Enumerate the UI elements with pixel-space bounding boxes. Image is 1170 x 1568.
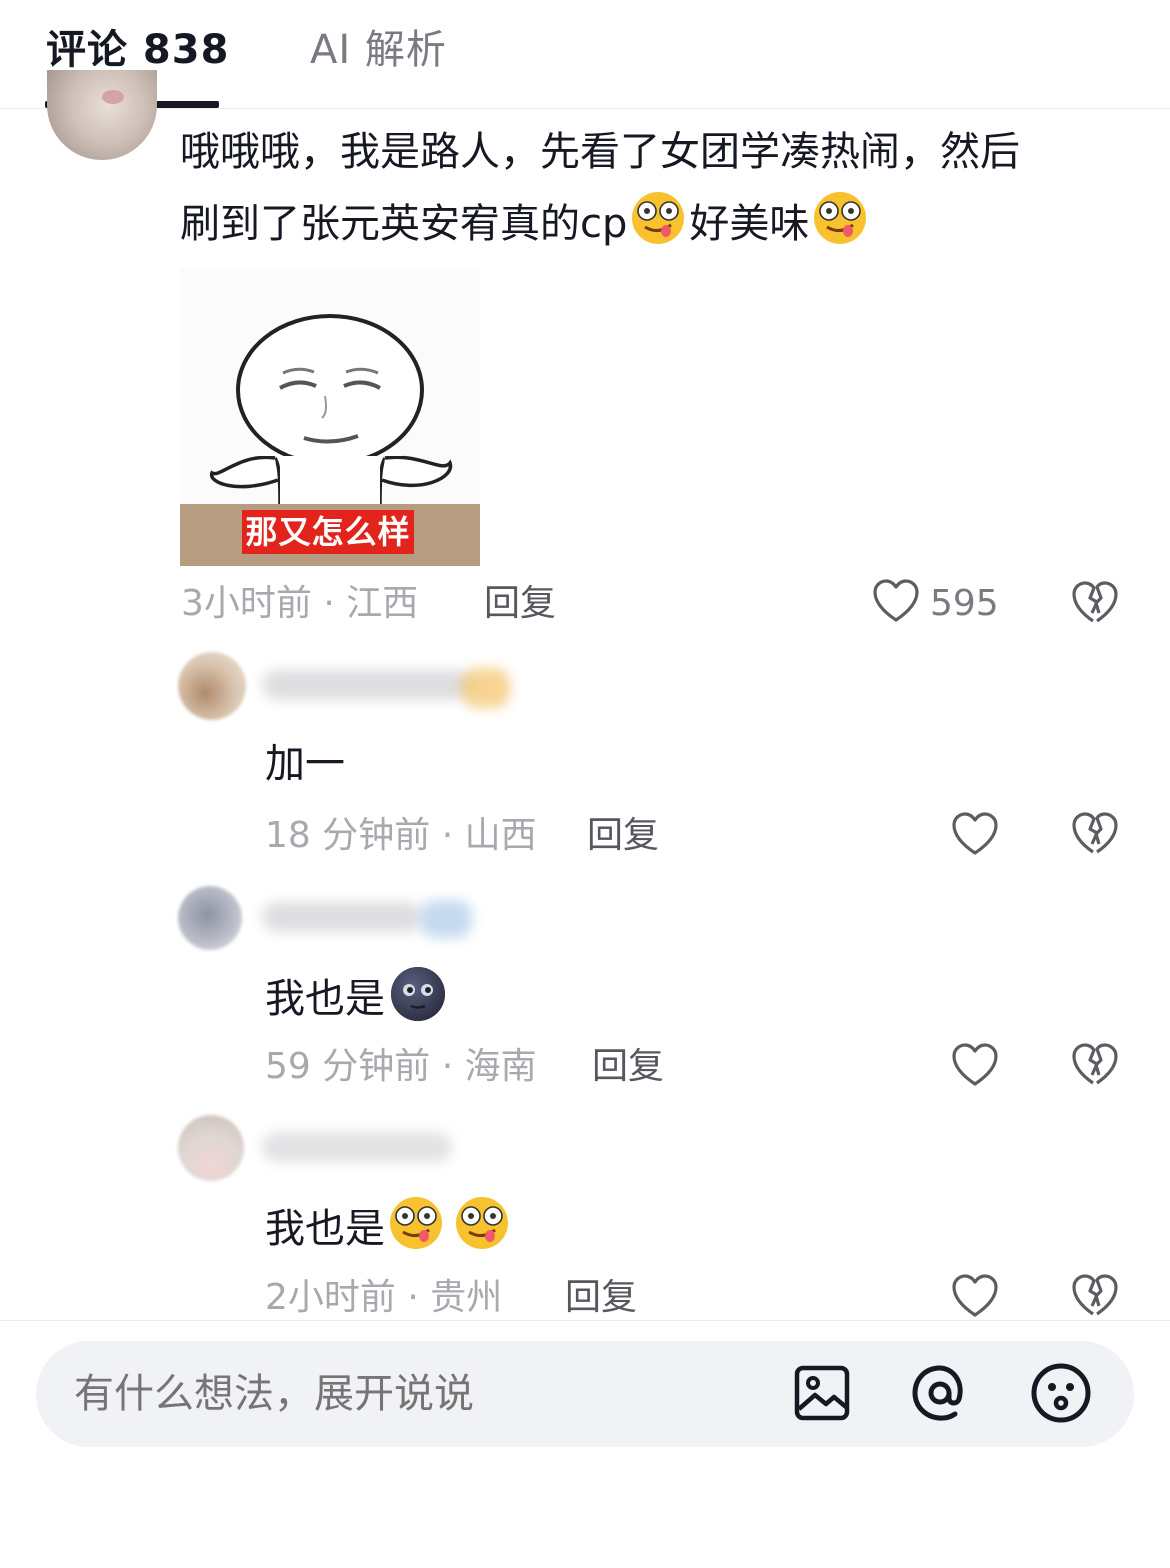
username-blurred — [262, 902, 422, 932]
heart-icon[interactable] — [951, 811, 999, 861]
drooling-emoji-icon — [629, 191, 687, 268]
broken-heart-icon[interactable] — [1072, 1273, 1118, 1323]
heart-icon[interactable] — [872, 578, 920, 628]
heart-icon[interactable] — [951, 1042, 999, 1092]
comment-text-line: 刷到了张元英安宥真的cp — [180, 201, 628, 247]
username-blurred-emoji — [420, 900, 472, 938]
comment-input[interactable] — [74, 1365, 774, 1423]
comment-text-line: 好美味 — [689, 201, 810, 247]
drooling-emoji-icon — [453, 1196, 511, 1265]
reply-time-location: 59 分钟前 · 海南 — [265, 1046, 537, 1087]
at-icon[interactable] — [910, 1363, 970, 1427]
comment-text-line: 哦哦哦，我是路人，先看了女团学凑热闹，然后 — [180, 129, 1020, 175]
heart-icon[interactable] — [951, 1273, 999, 1323]
broken-heart-icon[interactable] — [1072, 580, 1118, 630]
reply-text-content: 我也是 — [265, 976, 385, 1022]
avatar[interactable] — [178, 652, 246, 720]
sticker-caption: 那又怎么样 — [242, 510, 414, 554]
comment-input-bar — [0, 1320, 1170, 1568]
reply-text: 加一 — [265, 741, 345, 787]
reply-time-location: 18 分钟前 · 山西 — [265, 815, 537, 856]
tab-ai-analysis[interactable]: AI 解析 — [310, 22, 447, 78]
smiley-icon[interactable] — [1030, 1362, 1092, 1428]
username-blurred — [262, 670, 472, 700]
comment-input-container[interactable] — [36, 1341, 1134, 1447]
broken-heart-icon[interactable] — [1072, 811, 1118, 861]
reply-button[interactable]: 回复 — [484, 580, 556, 628]
username-blurred-emoji — [462, 668, 510, 708]
avatar[interactable] — [178, 1115, 244, 1181]
comment-text: 哦哦哦，我是路人，先看了女团学凑热闹，然后 刷到了张元英安宥真的cp 好美味 — [180, 116, 1120, 268]
reply-text-content: 我也是 — [265, 1206, 385, 1252]
sticker-image[interactable]: 那又怎么样 — [180, 268, 480, 566]
image-icon[interactable] — [794, 1365, 850, 1425]
username-blurred — [262, 1132, 452, 1162]
reply-text: 我也是 — [265, 966, 449, 1037]
reply-button[interactable]: 回复 — [592, 1043, 664, 1091]
reply-text: 我也是 — [265, 1196, 513, 1265]
drooling-emoji-icon — [811, 191, 869, 268]
avatar[interactable] — [178, 886, 242, 950]
comment-tabs: 评论 838 AI 解析 — [0, 0, 1170, 109]
reply-button[interactable]: 回复 — [565, 1274, 637, 1322]
reply-time-location: 2小时前 · 贵州 — [265, 1277, 503, 1318]
like-count: 595 — [930, 583, 999, 624]
comment-time-location: 3小时前 · 江西 — [181, 583, 419, 624]
drooling-emoji-icon — [387, 1196, 445, 1265]
broken-heart-icon[interactable] — [1072, 1042, 1118, 1092]
reply-button[interactable]: 回复 — [587, 812, 659, 860]
avatar[interactable] — [47, 70, 157, 160]
new-moon-face-icon — [389, 966, 447, 1037]
